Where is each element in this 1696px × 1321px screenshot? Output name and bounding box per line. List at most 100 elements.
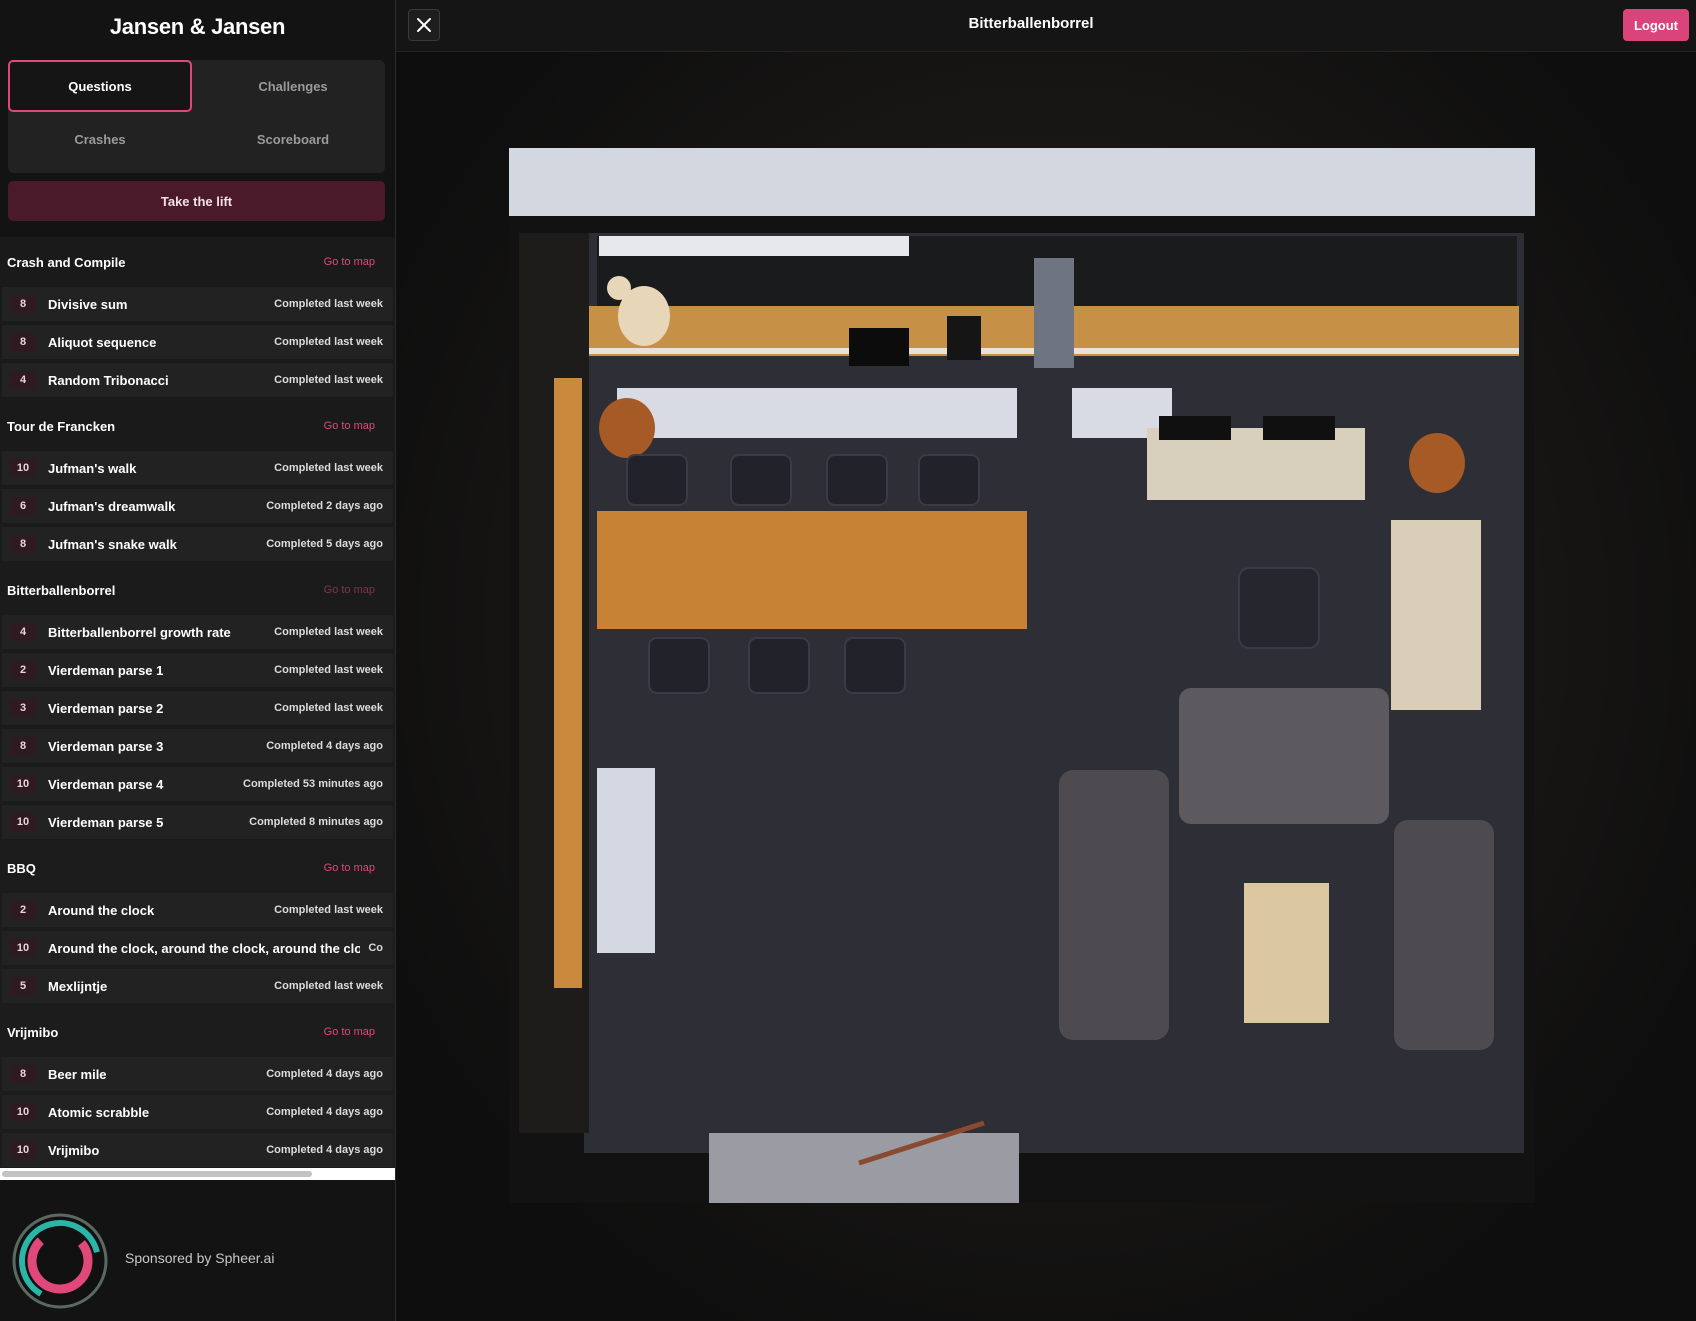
app-title: Jansen & Jansen bbox=[109, 14, 286, 39]
question-row[interactable]: 3 Vierdeman parse 2 Completed last week bbox=[2, 691, 393, 725]
group-header: Bitterballenborrel Go to map bbox=[0, 565, 395, 615]
map-side-desk bbox=[1391, 520, 1481, 710]
tab-crashes[interactable]: Crashes bbox=[8, 113, 192, 165]
points-badge: 8 bbox=[10, 535, 36, 553]
points-badge: 5 bbox=[10, 977, 36, 995]
points-badge: 2 bbox=[10, 661, 36, 679]
map-box bbox=[849, 328, 909, 366]
group-header: Tour de Francken Go to map bbox=[0, 401, 395, 451]
completion-status: Completed 4 days ago bbox=[266, 1106, 383, 1118]
completion-status: Completed last week bbox=[274, 298, 383, 310]
map-left-counter bbox=[554, 378, 582, 988]
points-badge: 4 bbox=[10, 371, 36, 389]
points-badge: 2 bbox=[10, 901, 36, 919]
points-badge: 4 bbox=[10, 623, 36, 641]
map-shelf bbox=[1034, 258, 1074, 368]
question-name: Beer mile bbox=[48, 1066, 107, 1082]
question-row[interactable]: 10 Vierdeman parse 5 Completed 8 minutes a… bbox=[2, 805, 393, 839]
question-name: Vierdeman parse 1 bbox=[48, 662, 164, 678]
completion-status: Completed last week bbox=[274, 626, 383, 638]
completion-status: Completed last week bbox=[274, 336, 383, 348]
map-stage bbox=[396, 52, 1696, 1321]
map-kitchen-counter bbox=[597, 768, 655, 953]
group-title: Vrijmibo bbox=[7, 1024, 59, 1040]
completion-status: Co bbox=[368, 942, 383, 954]
question-row[interactable]: 8 Divisive sum Completed last week bbox=[2, 287, 393, 321]
room-map[interactable] bbox=[509, 148, 1535, 1203]
points-badge: 8 bbox=[10, 295, 36, 313]
map-sofa-2 bbox=[1059, 770, 1169, 1040]
tab-bar: Questions Challenges Crashes Scoreboard bbox=[8, 60, 385, 173]
question-row[interactable]: 8 Aliquot sequence Completed last week bbox=[2, 325, 393, 359]
group-header: Crash and Compile Go to map bbox=[0, 237, 395, 287]
points-badge: 6 bbox=[10, 497, 36, 515]
group-title: Crash and Compile bbox=[7, 254, 126, 270]
question-row[interactable]: 5 Mexlijntje Completed last week bbox=[2, 969, 393, 1003]
question-row[interactable]: 8 Vierdeman parse 3 Completed 4 days ago bbox=[2, 729, 393, 763]
map-monitor bbox=[1159, 416, 1231, 440]
group-title: Bitterballenborrel bbox=[7, 582, 116, 598]
go-to-map-link[interactable]: Go to map bbox=[324, 1026, 375, 1038]
map-window bbox=[599, 236, 909, 256]
question-name: Around the clock, around the clock, arou… bbox=[48, 940, 361, 956]
question-row[interactable]: 10 Around the clock, around the clock, ar… bbox=[2, 931, 393, 965]
question-row[interactable]: 10 Atomic scrabble Completed 4 days ago bbox=[2, 1095, 393, 1129]
group-title: Tour de Francken bbox=[7, 418, 116, 434]
tab-challenges[interactable]: Challenges bbox=[201, 60, 385, 112]
go-to-map-link[interactable]: Go to map bbox=[324, 256, 375, 268]
completion-status: Completed last week bbox=[274, 462, 383, 474]
completion-status: Completed last week bbox=[274, 702, 383, 714]
map-office-chair bbox=[1238, 567, 1320, 649]
question-list[interactable]: Crash and Compile Go to map 8 Divisive sum C… bbox=[0, 237, 395, 1170]
completion-status: Completed last week bbox=[274, 374, 383, 386]
points-badge: 8 bbox=[10, 1065, 36, 1083]
go-to-map-link[interactable]: Go to map bbox=[324, 584, 375, 596]
question-row[interactable]: 2 Around the clock Completed last week bbox=[2, 893, 393, 927]
map-sofa-3 bbox=[1394, 820, 1494, 1050]
sponsor-text: Sponsored by Spheer.ai bbox=[125, 1250, 275, 1266]
question-name: Divisive sum bbox=[48, 296, 128, 312]
go-to-map-link[interactable]: Go to map bbox=[324, 862, 375, 874]
map-stairs bbox=[709, 1133, 1019, 1203]
horizontal-scrollbar[interactable] bbox=[0, 1168, 395, 1180]
spheer-logo bbox=[12, 1213, 108, 1309]
map-title: Bitterballenborrel bbox=[968, 15, 1094, 32]
question-name: Jufman's dreamwalk bbox=[48, 498, 176, 514]
points-badge: 10 bbox=[10, 775, 36, 793]
go-to-map-link[interactable]: Go to map bbox=[324, 420, 375, 432]
question-row[interactable]: 10 Jufman's walk Completed last week bbox=[2, 451, 393, 485]
map-monitor-2 bbox=[1263, 416, 1335, 440]
logout-button[interactable]: Logout bbox=[1623, 9, 1689, 41]
tab-scoreboard[interactable]: Scoreboard bbox=[201, 113, 385, 165]
completion-status: Completed 4 days ago bbox=[266, 740, 383, 752]
completion-status: Completed last week bbox=[274, 904, 383, 916]
points-badge: 8 bbox=[10, 333, 36, 351]
map-sofa bbox=[1179, 688, 1389, 824]
question-row[interactable]: 6 Jufman's dreamwalk Completed 2 days ago bbox=[2, 489, 393, 523]
map-meeting-table bbox=[597, 511, 1027, 629]
map-coffee-table bbox=[1244, 883, 1329, 1023]
question-name: Bitterballenborrel growth rate bbox=[48, 624, 231, 640]
points-badge: 10 bbox=[10, 1141, 36, 1159]
top-bar: Bitterballenborrel Logout bbox=[396, 0, 1696, 52]
question-row[interactable]: 10 Vrijmibo Completed 4 days ago bbox=[2, 1133, 393, 1167]
question-row[interactable]: 8 Jufman's snake walk Completed 5 days ago bbox=[2, 527, 393, 561]
group-header: BBQ Go to map bbox=[0, 843, 395, 893]
group-header: Vrijmibo Go to map bbox=[0, 1007, 395, 1057]
points-badge: 8 bbox=[10, 737, 36, 755]
question-row[interactable]: 4 Bitterballenborrel growth rate Completed… bbox=[2, 615, 393, 649]
map-pc bbox=[947, 316, 981, 360]
points-badge: 10 bbox=[10, 1103, 36, 1121]
question-row[interactable]: 8 Beer mile Completed 4 days ago bbox=[2, 1057, 393, 1091]
question-name: Jufman's walk bbox=[48, 460, 137, 476]
question-row[interactable]: 2 Vierdeman parse 1 Completed last week bbox=[2, 653, 393, 687]
sponsor-footer: Sponsored by Spheer.ai bbox=[0, 1195, 395, 1321]
scrollbar-thumb[interactable] bbox=[2, 1171, 312, 1177]
question-row[interactable]: 4 Random Tribonacci Completed last week bbox=[2, 363, 393, 397]
sidebar: Jansen & Jansen Questions Challenges Cra… bbox=[0, 0, 396, 1321]
tab-questions[interactable]: Questions bbox=[8, 60, 192, 112]
question-name: Vierdeman parse 4 bbox=[48, 776, 164, 792]
take-the-lift-button[interactable]: Take the lift bbox=[8, 181, 385, 221]
question-row[interactable]: 10 Vierdeman parse 4 Completed 53 minutes … bbox=[2, 767, 393, 801]
question-name: Aliquot sequence bbox=[48, 334, 157, 350]
